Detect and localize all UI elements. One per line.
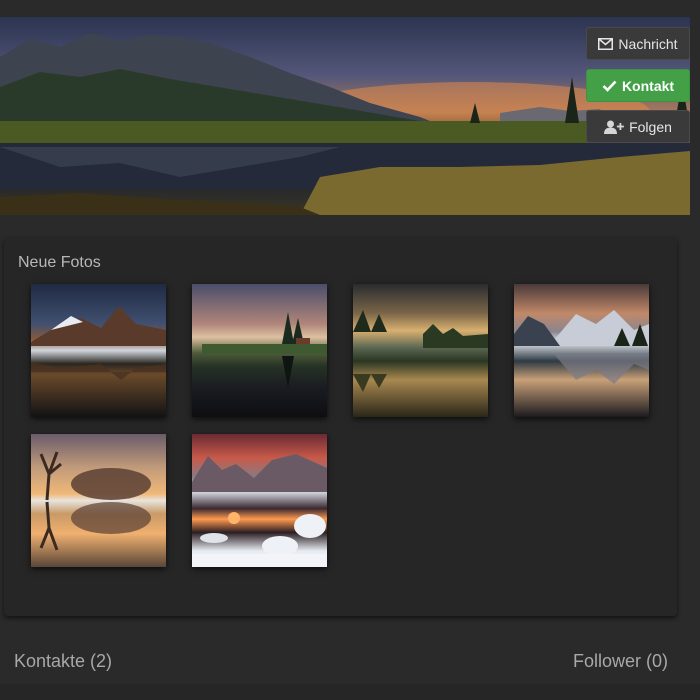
- new-photos-card: Neue Fotos: [4, 238, 677, 616]
- contact-button[interactable]: Kontakt: [586, 69, 690, 102]
- photo-thumbnail[interactable]: [31, 284, 166, 417]
- contact-button-label: Kontakt: [621, 77, 675, 94]
- photo-thumbnail[interactable]: [192, 434, 327, 567]
- section-title: Neue Fotos: [18, 254, 101, 271]
- photo-thumbnail[interactable]: [192, 284, 327, 417]
- check-icon: [602, 80, 617, 92]
- message-button[interactable]: Nachricht: [586, 27, 690, 60]
- followers-count[interactable]: Follower (0): [573, 651, 668, 672]
- user-plus-icon: [604, 120, 624, 134]
- photo-thumbnail[interactable]: [31, 434, 166, 567]
- message-button-label: Nachricht: [618, 35, 678, 52]
- follow-button[interactable]: Folgen: [586, 110, 690, 143]
- envelope-icon: [598, 37, 614, 50]
- contacts-count[interactable]: Kontakte (2): [14, 651, 112, 672]
- bottom-panel-edge: [0, 684, 700, 700]
- photo-thumbnail[interactable]: [514, 284, 649, 417]
- photo-thumbnail[interactable]: [353, 284, 488, 417]
- follow-button-label: Folgen: [629, 118, 672, 135]
